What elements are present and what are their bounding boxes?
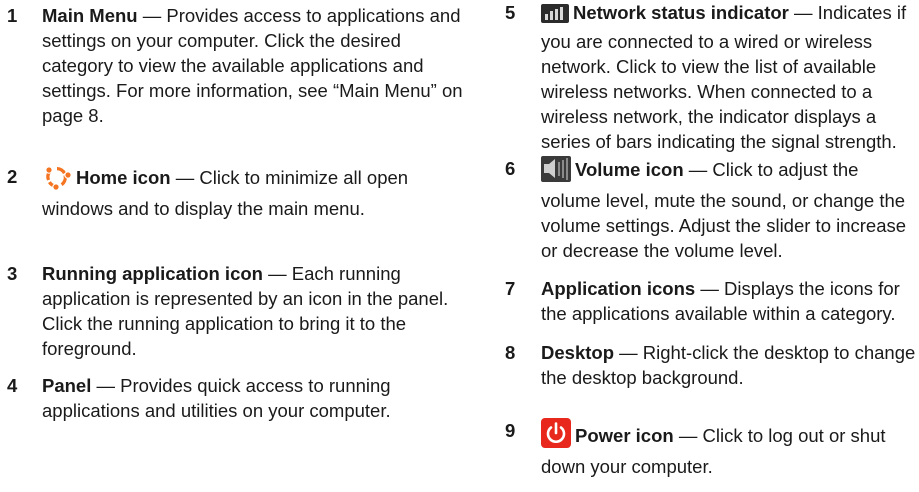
item-text: Main Menu — Provides access to applicati… <box>42 3 470 128</box>
item-number: 7 <box>505 278 516 299</box>
item-dash: — <box>137 5 167 26</box>
item-term: Panel <box>42 375 92 396</box>
item-text: Volume icon — Click to adjust the volume… <box>541 156 919 263</box>
item-number: 8 <box>505 342 516 363</box>
item-text: Network status indicator — Indicates if … <box>541 0 919 154</box>
item-text: Power icon — Click to log out or shut do… <box>541 418 919 479</box>
item-dash: — <box>788 2 818 23</box>
item-number: 2 <box>7 166 18 187</box>
item-term: Volume icon <box>575 159 684 180</box>
item-dash: — <box>91 375 121 396</box>
item-text: Desktop — Right-click the desktop to cha… <box>541 340 919 390</box>
item-number: 3 <box>7 263 18 284</box>
item-text: Running application icon — Each running … <box>42 261 470 361</box>
item-dash: — <box>262 263 292 284</box>
item-description: Indicates if you are connected to a wire… <box>541 2 907 152</box>
item-term: Network status indicator <box>573 2 789 23</box>
item-term: Application icons <box>541 278 696 299</box>
item-dash: — <box>683 159 713 180</box>
home-icon <box>42 164 72 196</box>
item-dash: — <box>614 342 643 363</box>
item-text: Home icon — Click to minimize all open w… <box>42 164 470 221</box>
item-term: Power icon <box>575 425 674 446</box>
power-icon <box>541 418 571 454</box>
item-dash: — <box>695 278 724 299</box>
item-text: Application icons — Displays the icons f… <box>541 276 919 326</box>
item-number: 9 <box>505 420 516 441</box>
item-number: 4 <box>7 375 18 396</box>
volume-icon <box>541 156 571 188</box>
item-number: 6 <box>505 158 516 179</box>
item-term: Main Menu <box>42 5 138 26</box>
item-dash: — <box>673 425 703 446</box>
item-number: 1 <box>7 5 18 26</box>
item-text: Panel — Provides quick access to running… <box>42 373 470 423</box>
item-term: Desktop <box>541 342 614 363</box>
item-term: Home icon <box>76 167 171 188</box>
item-term: Running application icon <box>42 263 263 284</box>
network-status-icon <box>541 4 569 29</box>
item-dash: — <box>170 167 200 188</box>
item-number: 5 <box>505 2 516 23</box>
